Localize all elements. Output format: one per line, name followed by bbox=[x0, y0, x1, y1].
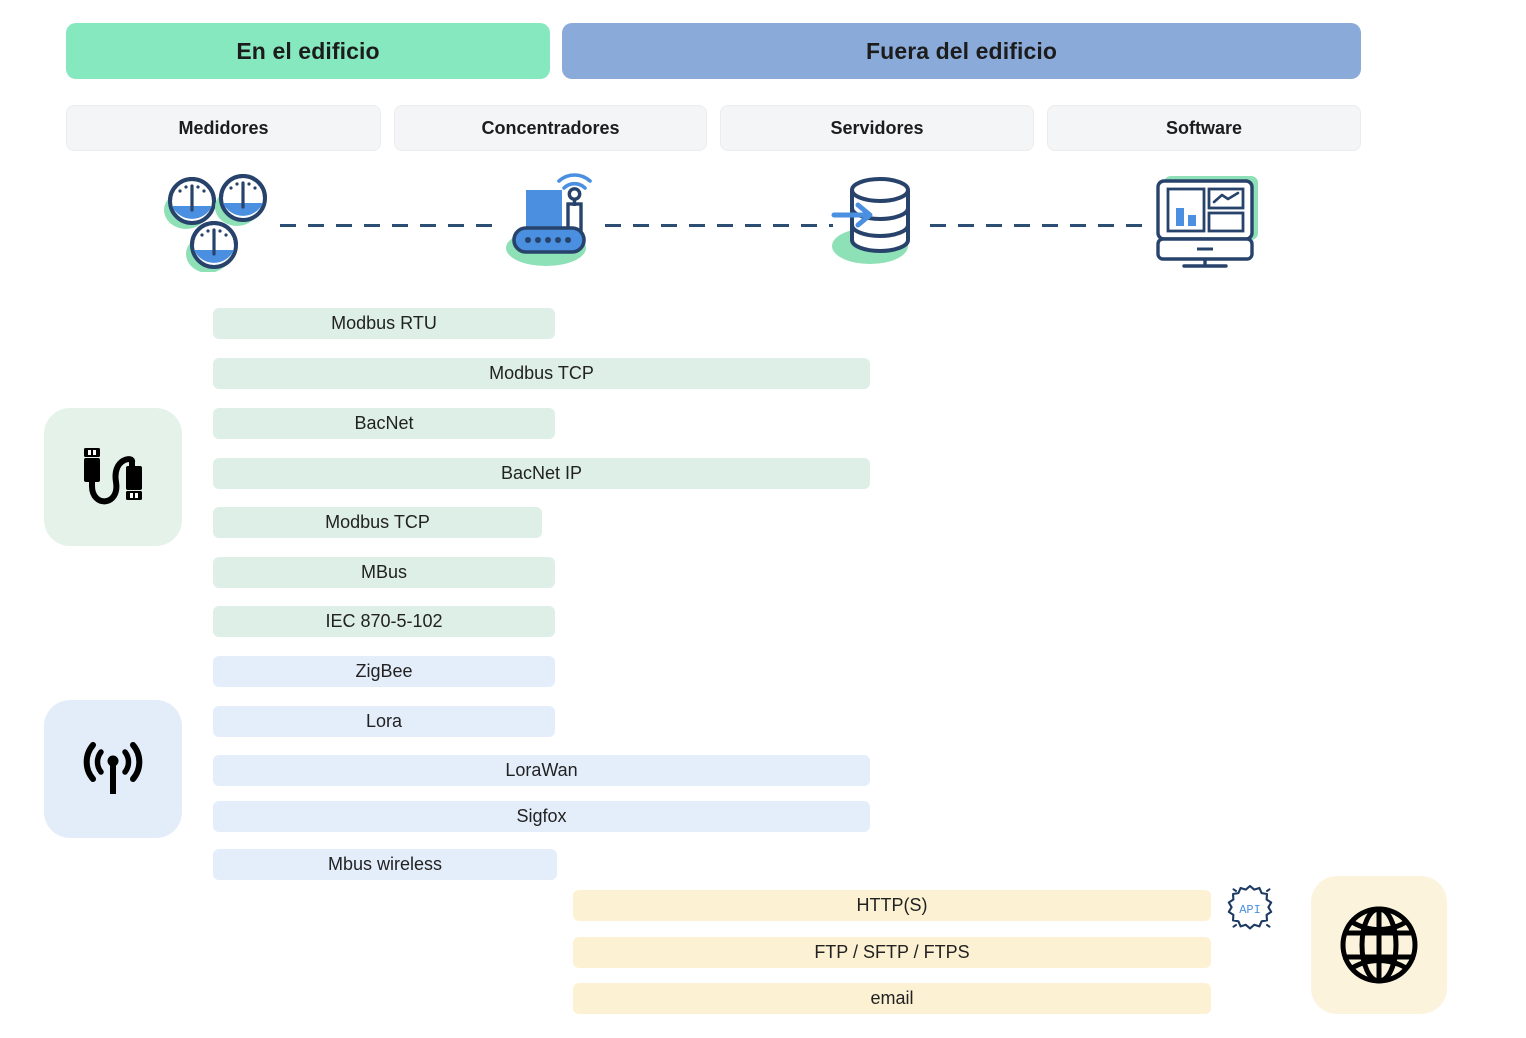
energy-meters-icon bbox=[160, 168, 290, 272]
column-label: Concentradores bbox=[481, 117, 620, 138]
dashboard-monitor-icon bbox=[1152, 168, 1272, 272]
globe-icon bbox=[1340, 906, 1418, 984]
connector-meters-to-router bbox=[280, 224, 500, 227]
protocol-bar-label: BacNet bbox=[354, 413, 414, 433]
connector-server-to-monitor bbox=[930, 224, 1152, 227]
database-server-icon bbox=[828, 168, 938, 272]
protocol-bar[interactable]: LoraWan bbox=[213, 755, 870, 786]
protocol-bar-label: Sigfox bbox=[516, 806, 567, 826]
column-label: Software bbox=[1165, 117, 1243, 138]
protocol-bar-label: Modbus RTU bbox=[331, 313, 437, 333]
protocol-bar-label: FTP / SFTP / FTPS bbox=[814, 942, 970, 962]
protocol-bar-label: Modbus TCP bbox=[489, 363, 594, 383]
zone-header-outside-building: Fuera del edificio bbox=[562, 23, 1361, 79]
media-group-wireless-card bbox=[44, 700, 182, 838]
protocol-bar[interactable]: Lora bbox=[213, 706, 555, 737]
protocol-bar-label: MBus bbox=[360, 562, 407, 582]
protocol-bar-label: Mbus wireless bbox=[327, 854, 443, 874]
zone-label: Fuera del edificio bbox=[866, 37, 1057, 64]
column-label: Servidores bbox=[830, 117, 924, 138]
protocol-bar[interactable]: Sigfox bbox=[213, 801, 870, 832]
api-label: API bbox=[1239, 903, 1261, 917]
protocol-bar[interactable]: FTP / SFTP / FTPS bbox=[573, 937, 1211, 968]
column-label: Medidores bbox=[178, 117, 269, 138]
protocol-bar-label: ZigBee bbox=[355, 661, 413, 681]
usb-cable-icon bbox=[84, 448, 142, 505]
protocol-bar[interactable]: BacNet IP bbox=[213, 458, 870, 489]
protocol-bar-label: email bbox=[870, 988, 914, 1008]
media-group-wired-card bbox=[44, 408, 182, 546]
column-header-concentradores: Concentradores bbox=[394, 105, 707, 151]
radio-antenna-icon bbox=[83, 742, 143, 794]
protocol-bar[interactable]: IEC 870-5-102 bbox=[213, 606, 555, 637]
zone-label: En el edificio bbox=[236, 37, 380, 64]
diagram-canvas: En el edificio Fuera del edificio Medido… bbox=[0, 0, 1526, 1038]
api-gear-icon: API bbox=[1224, 882, 1276, 934]
protocol-bar[interactable]: Modbus TCP bbox=[213, 358, 870, 389]
protocol-bar-label: Modbus TCP bbox=[325, 512, 430, 532]
protocol-bar[interactable]: Modbus RTU bbox=[213, 308, 555, 339]
column-header-medidores: Medidores bbox=[66, 105, 381, 151]
protocol-bar[interactable]: Modbus TCP bbox=[213, 507, 542, 538]
protocol-bar-label: HTTP(S) bbox=[856, 895, 928, 915]
protocol-bar-label: Lora bbox=[365, 711, 403, 731]
protocol-bar-label: IEC 870-5-102 bbox=[325, 611, 443, 631]
protocol-bar[interactable]: email bbox=[573, 983, 1211, 1014]
column-header-servidores: Servidores bbox=[720, 105, 1034, 151]
connector-router-to-server bbox=[605, 224, 833, 227]
protocol-bar[interactable]: MBus bbox=[213, 557, 555, 588]
protocol-bar[interactable]: ZigBee bbox=[213, 656, 555, 687]
router-gateway-icon bbox=[500, 168, 610, 272]
protocol-bar-label: LoraWan bbox=[505, 760, 578, 780]
protocol-bar-label: BacNet IP bbox=[500, 463, 583, 483]
protocol-bar[interactable]: BacNet bbox=[213, 408, 555, 439]
protocol-bar[interactable]: HTTP(S) bbox=[573, 890, 1211, 921]
column-header-software: Software bbox=[1047, 105, 1361, 151]
internet-globe-card bbox=[1311, 876, 1447, 1014]
zone-header-in-building: En el edificio bbox=[66, 23, 550, 79]
protocol-bar[interactable]: Mbus wireless bbox=[213, 849, 557, 880]
